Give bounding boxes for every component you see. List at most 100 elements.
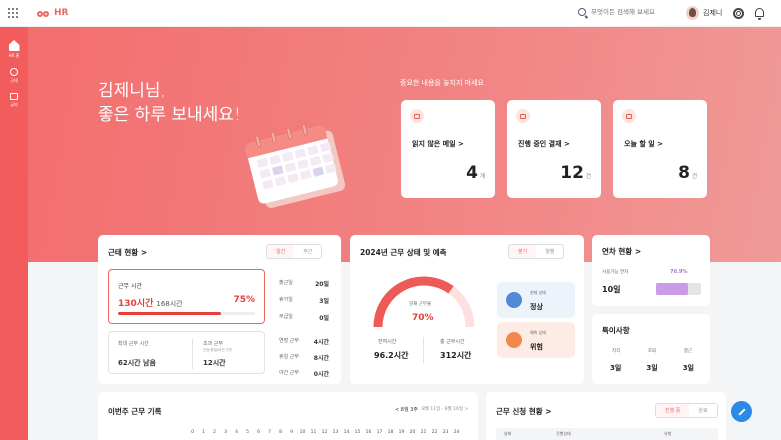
overtime-sub: 연장/휴일/야간 근무 [203,348,233,352]
stat-value: 4시간 [313,339,329,346]
hour-tick-label: 2 [213,430,216,435]
special-label: 조퇴 [647,349,657,354]
work-time-total: 168시간 [156,300,183,308]
search-input[interactable] [591,8,671,16]
sidebar-item-label: HR 홈 [8,53,20,58]
quick-action-edit-icon[interactable] [731,401,752,422]
card-label-text: 오늘 할 일 [624,140,655,148]
stat-value: 3일 [319,298,329,305]
attendance-title[interactable]: 근태 현황 > [108,247,147,258]
sidebar-item-label: 근태 [10,78,18,83]
hour-tick-label: 15 [354,430,361,435]
tab-daily[interactable]: 일간 [267,245,295,258]
hour-tick-label: 6 [257,430,260,435]
hour-tick-label: 19 [398,430,405,435]
card-count: 4 개 [466,163,485,183]
hour-tick-label: 10 [299,430,306,435]
hour-tick-label: 14 [343,430,350,435]
forecast-status-icon [506,332,522,348]
work-time-label: 근무 시간 [118,283,142,290]
sidebar-item-attendance[interactable]: 근태 [0,68,28,84]
hour-tick-label: 13 [332,430,339,435]
requests-card: 근무 신청 현황 > 진행 중 완료 날짜 진행상태 유형 [486,392,726,440]
checklist-icon [622,109,636,123]
attendance-title-text: 근태 현황 [108,248,139,257]
total-label: 총 근무시간 [440,339,465,345]
stat-row: 휴일 근무 8시간 [279,353,329,362]
column-header: 진행상태 [556,431,571,436]
count-value: 4 [466,163,478,183]
clock-icon [10,68,18,76]
sidebar-item-label: 급여 [10,102,18,107]
special-value: 3일 [610,364,622,372]
count-value: 12 [560,163,584,183]
card-count: 8 건 [678,163,697,183]
hour-tick-label: 18 [387,430,394,435]
stat-label: 무급일 [279,314,293,320]
overtime-value: 12시간 [203,359,226,367]
avatar [686,6,699,20]
tab-in-progress[interactable]: 진행 중 [656,404,690,417]
leave-days: 10일 [602,285,621,294]
remaining-label: 잔여시간 [378,339,397,345]
user-menu[interactable]: 김제니 [686,6,722,20]
card-label: 오늘 할 일 > [624,140,663,148]
current-status-label: 현재 상태 [530,290,546,295]
weekly-week-label: < 8월 3주 [395,407,418,413]
weekly-title: 이번주 근무 기록 [108,407,162,416]
leave-title[interactable]: 연차 현황 > [602,246,641,257]
card-label: 읽지 않은 메일 > [412,140,464,148]
sidebar-item-hr-home[interactable]: HR 홈 [0,40,28,59]
user-name: 김제니 [703,9,723,17]
weekly-range[interactable]: 8월 11일 - 8월 16일 > [422,406,468,412]
greeting: 김제니님, 좋은 하루 보내세요! [98,79,241,127]
work-time-values: 130시간 168시간 [118,296,183,309]
search-icon[interactable] [578,8,586,16]
requests-table-header: 날짜 진행상태 유형 [496,428,718,440]
app-logo[interactable]: HR [37,8,68,18]
current-status-icon [506,292,522,308]
logo-icon [37,8,51,18]
week-label-text: 8월 3주 [400,407,418,413]
tab-weekly[interactable]: 주간 [294,245,322,258]
count-unit: 건 [585,174,591,180]
stat-label: 연장 근무 [279,338,299,344]
requests-title[interactable]: 근무 신청 현황 > [496,406,552,417]
tab-monthly[interactable]: 월별 [536,245,564,258]
home-icon [8,40,20,51]
hour-tick-label: 7 [268,430,271,435]
todo-card[interactable]: 오늘 할 일 > 8 건 [613,100,707,198]
tab-quarter[interactable]: 분기 [509,245,537,258]
stat-row: 출근일 20일 [279,279,329,288]
divider [192,339,193,369]
hour-tick-label: 22 [431,430,438,435]
settings-gear-icon[interactable] [733,8,744,19]
app-name: HR [54,8,69,18]
hour-tick-label: 23 [442,430,449,435]
forecast-status-value: 위험 [530,343,543,351]
hour-tick-label: 3 [224,430,227,435]
apps-grid-icon[interactable] [8,8,18,18]
notification-bell-icon[interactable] [755,8,764,20]
stat-row: 무급일 0일 [279,313,329,322]
work-status-title: 2024년 근무 상태 및 예측 [360,248,447,257]
gauge-value: 70% [412,313,434,323]
calendar-illustration-icon [243,115,348,207]
requests-title-text: 근무 신청 현황 [496,407,543,416]
count-unit: 건 [691,174,697,180]
approval-icon [516,109,530,123]
stat-value: 20일 [315,281,329,288]
hour-tick-label: 8 [279,430,282,435]
unread-mail-card[interactable]: 읽지 않은 메일 > 4 개 [401,100,495,198]
stat-label: 출근일 [279,280,293,286]
pending-approval-card[interactable]: 진행 중인 결재 > 12 건 [507,100,601,198]
forecast-status-label: 예측 상태 [530,330,546,335]
column-header: 유형 [664,431,672,436]
stat-value: 0시간 [313,371,329,378]
stat-value: 8시간 [313,355,329,362]
stat-row: 야간 근무 0시간 [279,369,329,378]
leave-used-label: 사용가능 연차 [602,270,629,275]
hour-axis: 0 1 2 3 4 5 6 7 8 9 10 11 12 13 14 15 16 17 18 19 20 21 22 23 24 [188,430,461,435]
sidebar-item-payroll[interactable]: 급여 [0,93,28,108]
tab-completed[interactable]: 완료 [689,404,717,417]
